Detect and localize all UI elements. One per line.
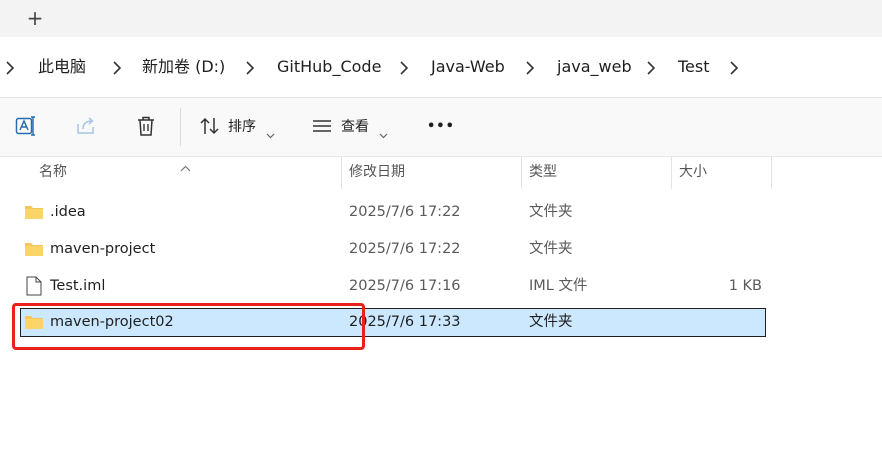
file-type: 文件夹 xyxy=(529,204,573,220)
column-header-modified[interactable]: 修改日期 xyxy=(349,157,405,189)
file-icon xyxy=(26,276,42,300)
new-tab-button[interactable]: + xyxy=(22,4,48,32)
sort-icon[interactable] xyxy=(198,114,222,138)
more-options-button[interactable]: ••• xyxy=(427,116,455,138)
file-type: 文件夹 xyxy=(529,314,573,330)
file-row-idea[interactable]: .idea 2025/7/6 17:22 文件夹 xyxy=(20,198,766,227)
column-header-type[interactable]: 类型 xyxy=(529,157,557,189)
chevron-right-icon[interactable] xyxy=(524,37,536,97)
chevron-right-icon[interactable] xyxy=(645,37,657,97)
share-icon[interactable] xyxy=(74,114,98,138)
column-divider[interactable] xyxy=(671,157,672,189)
sort-button[interactable]: 排序 xyxy=(228,116,256,138)
breadcrumb-item-github-code[interactable]: GitHub_Code xyxy=(277,37,381,97)
view-button[interactable]: 查看 xyxy=(341,116,369,138)
column-divider[interactable] xyxy=(341,157,342,189)
folder-icon xyxy=(24,241,44,261)
sort-ascending-icon xyxy=(180,157,191,176)
command-bar: 排序 查看 ••• xyxy=(0,98,882,157)
column-header-size[interactable]: 大小 xyxy=(679,157,707,189)
chevron-right-icon[interactable] xyxy=(4,37,16,97)
column-divider[interactable] xyxy=(521,157,522,189)
folder-icon xyxy=(24,204,44,224)
breadcrumb: 此电脑 新加卷 (D:) GitHub_Code Java-Web java_w… xyxy=(0,37,882,98)
toolbar-divider xyxy=(180,108,181,146)
breadcrumb-item-test[interactable]: Test xyxy=(678,37,710,97)
file-type: IML 文件 xyxy=(529,278,588,294)
column-header-row: 名称 修改日期 类型 大小 xyxy=(0,157,882,189)
file-row-test-iml[interactable]: Test.iml 2025/7/6 17:16 IML 文件 1 KB xyxy=(20,272,766,301)
file-name: Test.iml xyxy=(50,278,106,294)
annotation-highlight-box xyxy=(12,303,365,350)
rename-icon[interactable] xyxy=(14,114,38,138)
chevron-down-icon xyxy=(379,124,388,143)
delete-icon[interactable] xyxy=(134,114,158,138)
column-divider[interactable] xyxy=(771,157,772,189)
file-size: 1 KB xyxy=(728,278,762,294)
chevron-down-icon xyxy=(266,124,275,143)
breadcrumb-item-this-pc[interactable]: 此电脑 xyxy=(38,37,86,97)
file-type: 文件夹 xyxy=(529,241,573,257)
file-name: .idea xyxy=(50,204,86,220)
chevron-right-icon[interactable] xyxy=(398,37,410,97)
chevron-right-icon[interactable] xyxy=(728,37,740,97)
file-row-maven-project[interactable]: maven-project 2025/7/6 17:22 文件夹 xyxy=(20,235,766,264)
view-icon[interactable] xyxy=(310,114,334,138)
file-modified: 2025/7/6 17:16 xyxy=(349,278,461,294)
file-name: maven-project xyxy=(50,241,156,257)
column-header-name[interactable]: 名称 xyxy=(39,157,67,189)
breadcrumb-item-drive-d[interactable]: 新加卷 (D:) xyxy=(142,37,225,97)
chevron-right-icon[interactable] xyxy=(111,37,123,97)
breadcrumb-item-java-web[interactable]: Java-Web xyxy=(431,37,505,97)
file-modified: 2025/7/6 17:22 xyxy=(349,241,461,257)
file-modified: 2025/7/6 17:33 xyxy=(349,314,461,330)
file-modified: 2025/7/6 17:22 xyxy=(349,204,461,220)
breadcrumb-item-java-web-sub[interactable]: java_web xyxy=(557,37,632,97)
tab-bar: + xyxy=(0,0,882,37)
chevron-right-icon[interactable] xyxy=(244,37,256,97)
